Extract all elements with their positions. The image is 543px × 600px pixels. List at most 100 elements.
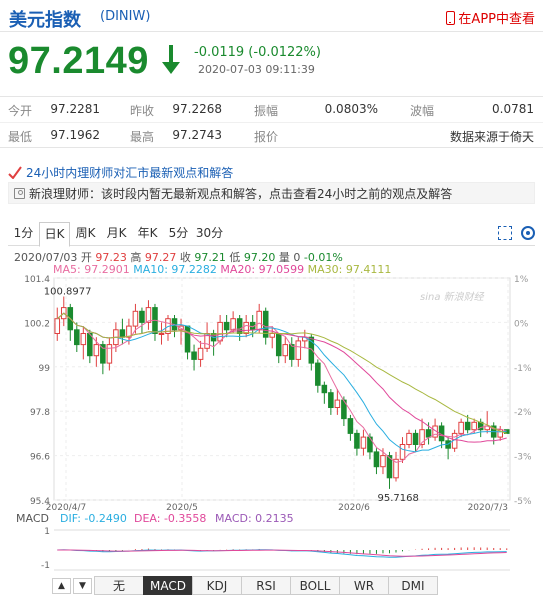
stat-label: 最低 [8,130,33,144]
period-tabs: 1分 日K 周K 月K 年K 5分 30分 [8,222,535,247]
indicator-none[interactable]: 无 [94,576,144,595]
advisor-headline: 24小时内理财师对汇市最新观点和解答 [26,165,234,180]
candle-body [288,344,295,360]
quote-timestamp: 2020-07-03 09:11:39 [198,63,315,76]
x-tick-label: 2020/6 [338,503,370,512]
high-annotation: 100.8977 [44,287,92,298]
advisor-headline-link[interactable]: 24小时内理财师对汇市最新观点和解答 [8,162,535,182]
candle-body [295,340,302,360]
candle-body [93,344,100,357]
candle-body [158,333,165,335]
stat-value: 97.2743 [172,128,222,142]
candle-body [87,333,93,357]
macd-label: MACD [16,512,49,525]
indicator-macd[interactable]: MACD [143,576,193,595]
stat-label: 昨收 [130,104,155,118]
candle-body [412,432,419,445]
tab-daily-k[interactable]: 日K [39,222,70,247]
y-tick-label: 99 [39,364,51,374]
plot-frame [53,277,511,501]
candle-body [458,421,464,434]
stats-row: 今开 97.2281 昨收 97.2268 振幅 0.0803% 波幅 0.07… [0,97,543,122]
tab-1min[interactable]: 1分 [8,222,39,245]
open-in-app-link[interactable]: 在APP中查看 [446,8,535,27]
y-pct-tick-label: 1% [514,275,529,285]
gear-icon[interactable] [521,226,535,240]
open-in-app-label: 在APP中查看 [458,12,535,27]
candle-body [360,436,367,449]
candle-body [100,344,106,364]
candle-body [139,310,145,323]
candle-body [347,418,354,434]
indicator-rsi[interactable]: RSI [241,576,291,595]
y-pct-tick-label: -3% [514,453,532,463]
down-arrow-icon [162,45,180,74]
tab-weekly-k[interactable]: 周K [70,222,101,245]
stats-row: 最低 97.1962 最高 97.2743 报价 数据来源于倚天 [0,122,543,147]
candle-body [380,455,386,468]
stat-label: 报价 [254,130,279,144]
y-pct-tick-label: -1% [514,364,532,374]
indicator-dmi[interactable]: DMI [388,576,438,595]
current-price: 97.2149 [8,40,149,82]
candle-body [315,362,321,386]
low-annotation: 95.7168 [377,493,418,504]
tab-5min[interactable]: 5分 [163,222,194,245]
candle-body [399,444,406,460]
indicator-kdj[interactable]: KDJ [192,576,242,595]
header: 美元指数 (DINIW) 在APP中查看 [0,0,543,32]
phone-icon [446,10,456,25]
trend-icon [8,166,22,179]
user-icon [14,187,25,199]
stat-label: 最高 [130,130,155,144]
advisor-message[interactable]: 新浪理财师：该时段内暂无最新观点和解答，点击查看24小时之前的观点及解答 [8,182,535,204]
candle-body [223,321,230,331]
indicator-boll[interactable]: BOLL [290,576,340,595]
y-tick-label: 96.6 [30,453,50,463]
macd-dif: DIF: -0.2490 [60,512,127,525]
indicator-selector: 无 MACD KDJ RSI BOLL WR DMI [50,576,438,595]
x-tick-label: 2020/7/3 [468,503,508,512]
x-tick-label: 2020/5 [166,503,198,512]
macd-tick: 1 [44,527,50,537]
macd-dea: DEA: -0.3558 [134,512,206,525]
candle-body [464,421,471,431]
stat-value: 97.2268 [172,102,222,116]
y-tick-label: 101.4 [24,275,50,285]
page-title: 美元指数 [9,10,81,31]
candle-body [269,333,276,338]
candle-body [373,451,380,468]
stat-value: 97.2281 [50,102,100,116]
candle-body [106,344,113,364]
stat-label: 振幅 [254,104,279,118]
watermark: sina 新浪财经 [420,291,485,303]
tab-30min[interactable]: 30分 [194,222,225,245]
advisor-news: 24小时内理财师对汇市最新观点和解答 新浪理财师：该时段内暂无最新观点和解答，点… [8,162,535,204]
tab-monthly-k[interactable]: 月K [101,222,132,245]
y-tick-label: 100.2 [24,319,50,329]
y-pct-tick-label: 0% [514,319,529,329]
candle-body [243,321,249,335]
candle-body [132,310,139,327]
symbol-code: (DINIW) [100,9,151,24]
candle-body [471,421,477,431]
candle-body [197,347,204,360]
macd-chart: MACD DIF: -0.2490 DEA: -0.3558 MACD: 0.2135… [16,512,510,571]
candle-body [328,392,334,408]
candle-body [275,333,282,357]
y-pct-tick-label: -5% [514,497,532,507]
stat-value: 97.1962 [50,128,100,142]
candle-body [145,307,152,323]
macd-tick: -1 [41,561,50,571]
candle-body [256,310,262,331]
candle-body [282,344,289,357]
chart-tools [498,226,535,240]
candlestick-chart[interactable]: 101.4100.29997.896.695.41%0%-1%-2%-3%-5%… [0,272,543,512]
indicator-wr[interactable]: WR [339,576,389,595]
data-source: 数据来源于倚天 [449,130,534,144]
quote-stats: 今开 97.2281 昨收 97.2268 振幅 0.0803% 波幅 0.07… [0,96,543,148]
advisor-message-text: 新浪理财师：该时段内暂无最新观点和解答，点击查看24小时之前的观点及解答 [29,186,453,201]
expand-icon[interactable] [498,226,512,240]
tab-yearly-k[interactable]: 年K [132,222,163,245]
candle-body [354,432,360,449]
